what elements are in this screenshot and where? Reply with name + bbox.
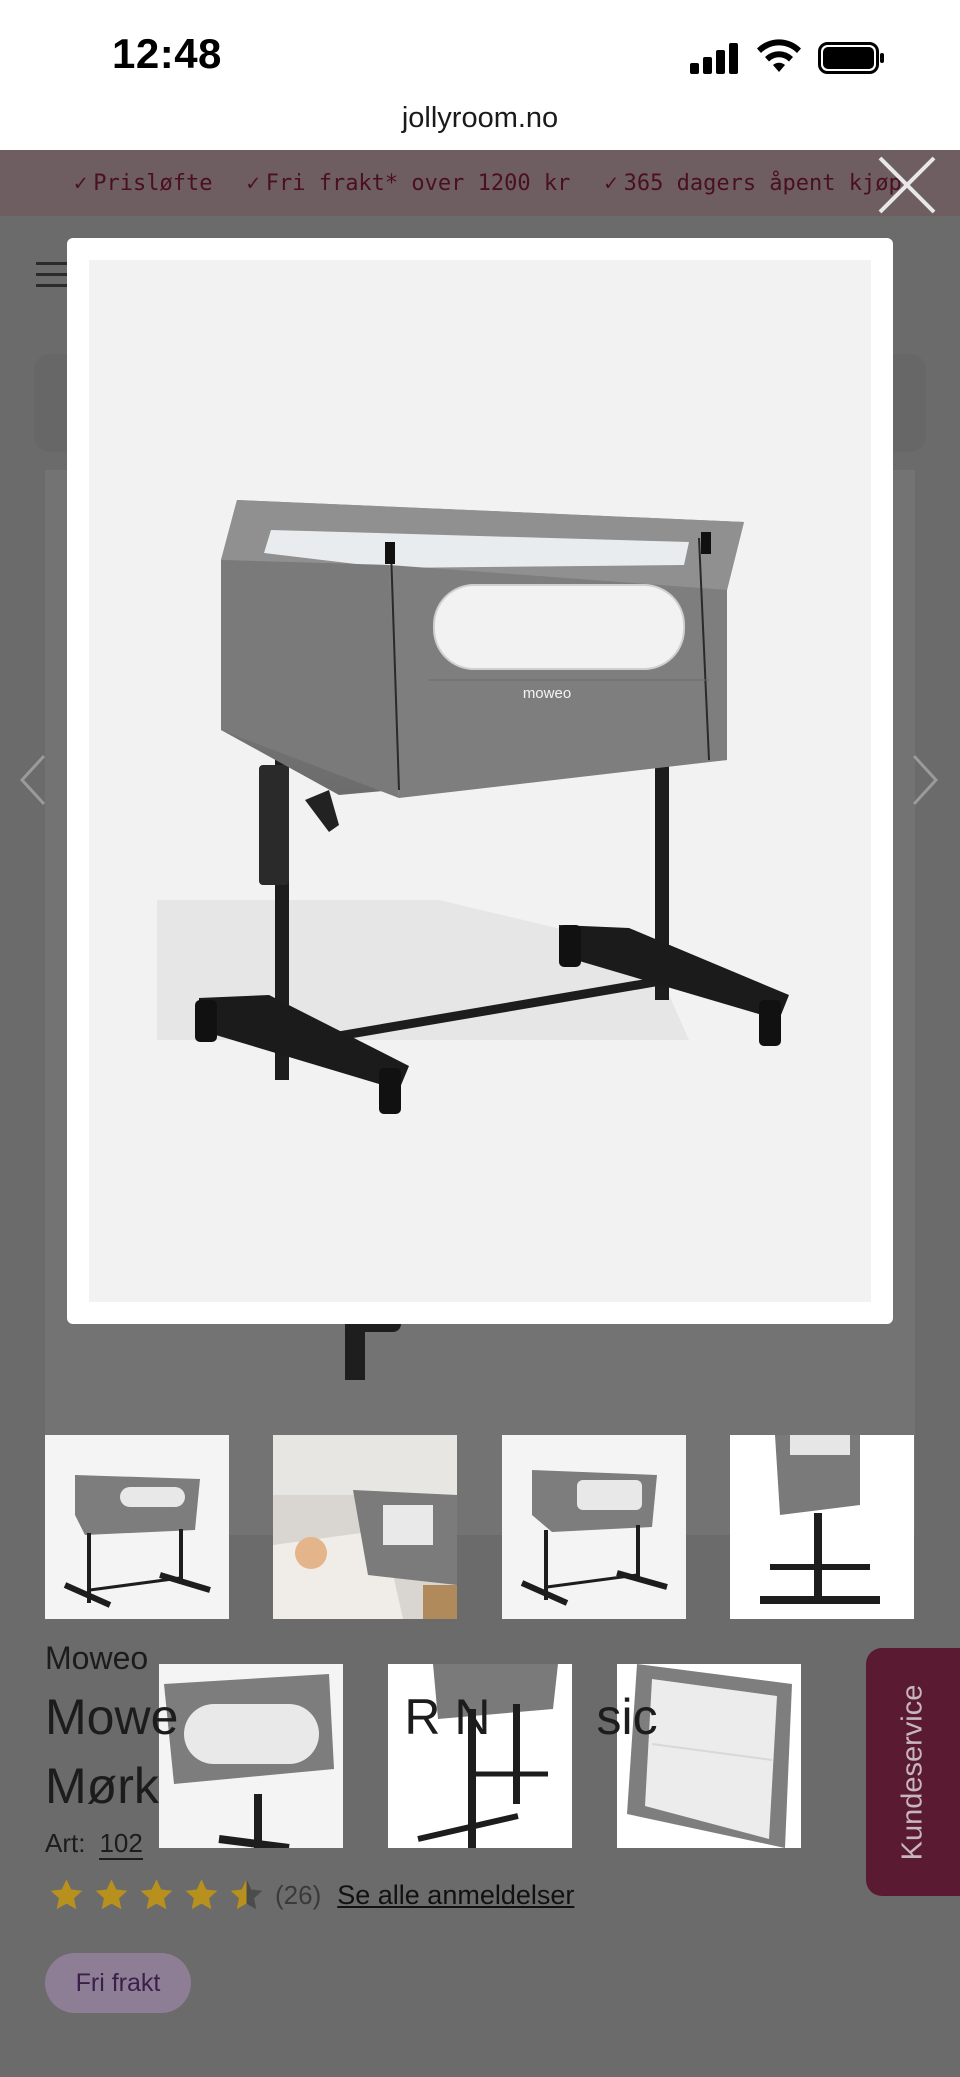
image-lightbox: moweo: [67, 238, 893, 1324]
star-rating: [48, 1877, 265, 1914]
status-bar: 12:48 jollyroom.no: [0, 0, 960, 150]
battery-icon: [818, 42, 884, 74]
gallery-thumbnail[interactable]: [45, 1435, 229, 1619]
moweo-logo: moweo: [523, 685, 571, 702]
gallery-thumbnail[interactable]: [502, 1435, 686, 1619]
wifi-icon: [757, 39, 801, 72]
see-all-reviews-link[interactable]: Se alle anmeldelser: [337, 1880, 574, 1911]
close-icon[interactable]: [872, 150, 942, 220]
promo-item: ✓ Prisløfte: [74, 170, 213, 196]
check-icon: ✓: [74, 170, 88, 196]
star-icon: [140, 1878, 173, 1909]
chevron-left-icon[interactable]: [18, 752, 48, 808]
product-brand: Moweo: [45, 1640, 149, 1676]
screen: { "status_bar": { "time": "12:48", "icon…: [0, 0, 960, 2077]
promo-bar: ✓ Prisløfte ✓ Fri frakt* over 1200 kr ✓ 365…: [0, 150, 960, 216]
status-time: 12:48: [112, 30, 222, 77]
customer-service-button[interactable]: Kundeservice: [866, 1648, 960, 1896]
customer-service-label: Kundeservice: [896, 1684, 929, 1860]
bedside-crib-image[interactable]: moweo: [89, 260, 871, 1302]
half-star-icon: [230, 1878, 263, 1909]
article-number: Art: 102: [45, 1828, 143, 1860]
review-count: (26): [275, 1879, 322, 1910]
star-icon: [95, 1878, 128, 1909]
free-shipping-badge: Fri frakt: [45, 1953, 191, 2013]
address-bar-url[interactable]: jollyroom.no: [0, 102, 960, 135]
gallery-thumbnail[interactable]: [273, 1435, 457, 1619]
promo-item: ✓ 365 dagers åpent kjøp: [604, 170, 902, 196]
check-icon: ✓: [604, 170, 618, 196]
menu-icon: [36, 262, 68, 288]
rating-row: (26) Se alle anmeldelser: [48, 1875, 574, 1915]
signal-icon: [690, 42, 742, 74]
product-title-line1: Mowe R Nsic: [45, 1689, 658, 1745]
promo-item: ✓ Fri frakt* over 1200 kr: [246, 170, 571, 196]
product-title-line2: Mørk: [45, 1758, 159, 1814]
star-icon: [50, 1878, 83, 1909]
star-icon: [185, 1878, 218, 1909]
chevron-right-icon[interactable]: [910, 752, 940, 808]
gallery-thumbnail[interactable]: [730, 1435, 914, 1619]
check-icon: ✓: [246, 170, 260, 196]
